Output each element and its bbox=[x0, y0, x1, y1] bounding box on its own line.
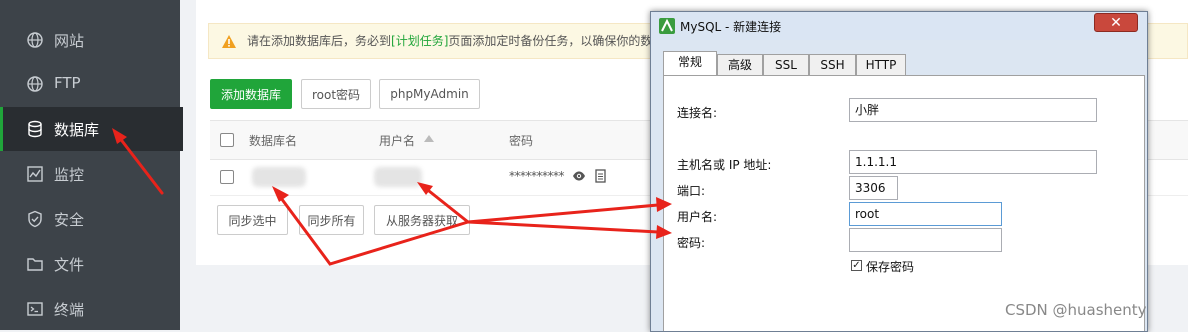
sync-all-button[interactable]: 同步所有 bbox=[299, 205, 364, 235]
folder-icon bbox=[27, 258, 43, 271]
general-panel: 连接名: 小胖 主机名或 IP 地址: 1.1.1.1 端口: 3306 用户名… bbox=[663, 75, 1145, 331]
sidebar-item-label: FTP bbox=[54, 74, 81, 92]
warning-icon bbox=[222, 35, 236, 48]
tab-http[interactable]: HTTP bbox=[856, 54, 906, 75]
port-label: 端口: bbox=[677, 184, 706, 198]
notice-text: 页面添加定时备份任务，以确保你的数 bbox=[448, 34, 653, 48]
sort-asc-icon[interactable] bbox=[424, 135, 434, 142]
password-masked: ********** bbox=[509, 169, 565, 183]
sidebar-item-label: 网站 bbox=[54, 32, 85, 50]
notice-text: 请在添加数据库后，务必到 bbox=[247, 34, 392, 48]
globe-icon bbox=[27, 76, 43, 92]
password-label: 密码: bbox=[677, 236, 706, 250]
username-label: 用户名: bbox=[677, 210, 718, 224]
dialog-title: MySQL - 新建连接 bbox=[680, 20, 782, 34]
connection-name-label: 连接名: bbox=[677, 106, 718, 120]
tab-ssl[interactable]: SSL bbox=[763, 54, 809, 75]
sidebar-item-website[interactable]: 网站 bbox=[0, 18, 180, 62]
watermark: CSDN @huashenty bbox=[1005, 301, 1147, 319]
copy-icon[interactable] bbox=[595, 169, 606, 183]
eye-icon[interactable] bbox=[572, 171, 586, 181]
col-password: 密码 bbox=[509, 134, 534, 148]
sync-selected-button[interactable]: 同步选中 bbox=[217, 205, 288, 235]
fetch-from-server-button[interactable]: 从服务器获取 bbox=[374, 205, 470, 235]
sidebar-item-files[interactable]: 文件 bbox=[0, 242, 180, 286]
phpmyadmin-button[interactable]: phpMyAdmin bbox=[379, 79, 480, 109]
sidebar-item-ftp[interactable]: FTP bbox=[0, 62, 180, 106]
close-button[interactable]: ✕ bbox=[1094, 13, 1138, 32]
sidebar-item-label: 数据库 bbox=[54, 121, 100, 139]
navicat-logo-icon bbox=[659, 18, 675, 34]
sidebar-item-database[interactable]: 数据库 bbox=[0, 107, 183, 151]
sidebar-item-label: 终端 bbox=[54, 301, 85, 319]
db-name-redacted bbox=[252, 167, 306, 187]
username-redacted bbox=[374, 167, 422, 187]
host-label: 主机名或 IP 地址: bbox=[677, 158, 772, 172]
globe-icon bbox=[27, 32, 43, 48]
port-input[interactable]: 3306 bbox=[849, 176, 898, 200]
save-password-checkbox[interactable]: ✓ bbox=[851, 260, 862, 271]
save-password-label: 保存密码 bbox=[866, 260, 915, 274]
sidebar-item-terminal[interactable]: 终端 bbox=[0, 287, 180, 331]
dialog-titlebar[interactable]: MySQL - 新建连接 ✕ bbox=[651, 12, 1147, 40]
col-username[interactable]: 用户名 bbox=[379, 132, 415, 149]
monitor-icon bbox=[27, 166, 43, 182]
tab-ssh[interactable]: SSH bbox=[809, 54, 856, 75]
terminal-icon bbox=[27, 302, 43, 316]
shield-icon bbox=[28, 210, 42, 228]
sidebar-item-label: 监控 bbox=[54, 166, 85, 184]
add-database-button[interactable]: 添加数据库 bbox=[210, 79, 292, 109]
connection-name-input[interactable]: 小胖 bbox=[849, 98, 1097, 122]
tab-advanced[interactable]: 高级 bbox=[717, 54, 763, 75]
sidebar-item-label: 安全 bbox=[54, 211, 85, 229]
host-input[interactable]: 1.1.1.1 bbox=[849, 150, 1097, 174]
select-all-checkbox[interactable] bbox=[220, 133, 234, 147]
sidebar-item-security[interactable]: 安全 bbox=[0, 197, 180, 241]
password-input[interactable] bbox=[849, 228, 1002, 252]
new-connection-dialog: MySQL - 新建连接 ✕ 常规 高级 SSL SSH HTTP 连接名: 小… bbox=[650, 11, 1148, 332]
sidebar-item-monitor[interactable]: 监控 bbox=[0, 152, 180, 196]
tab-general[interactable]: 常规 bbox=[663, 51, 717, 76]
row-checkbox[interactable] bbox=[220, 170, 234, 184]
root-password-button[interactable]: root密码 bbox=[301, 79, 371, 109]
sidebar: 网站 FTP 数据库 监控 安全 文件 终端 bbox=[0, 0, 183, 331]
database-icon bbox=[28, 120, 42, 138]
schedule-task-link[interactable]: [计划任务] bbox=[391, 34, 448, 48]
username-input[interactable]: root bbox=[849, 202, 1002, 226]
sidebar-item-label: 文件 bbox=[54, 256, 85, 274]
col-db-name: 数据库名 bbox=[249, 134, 298, 148]
